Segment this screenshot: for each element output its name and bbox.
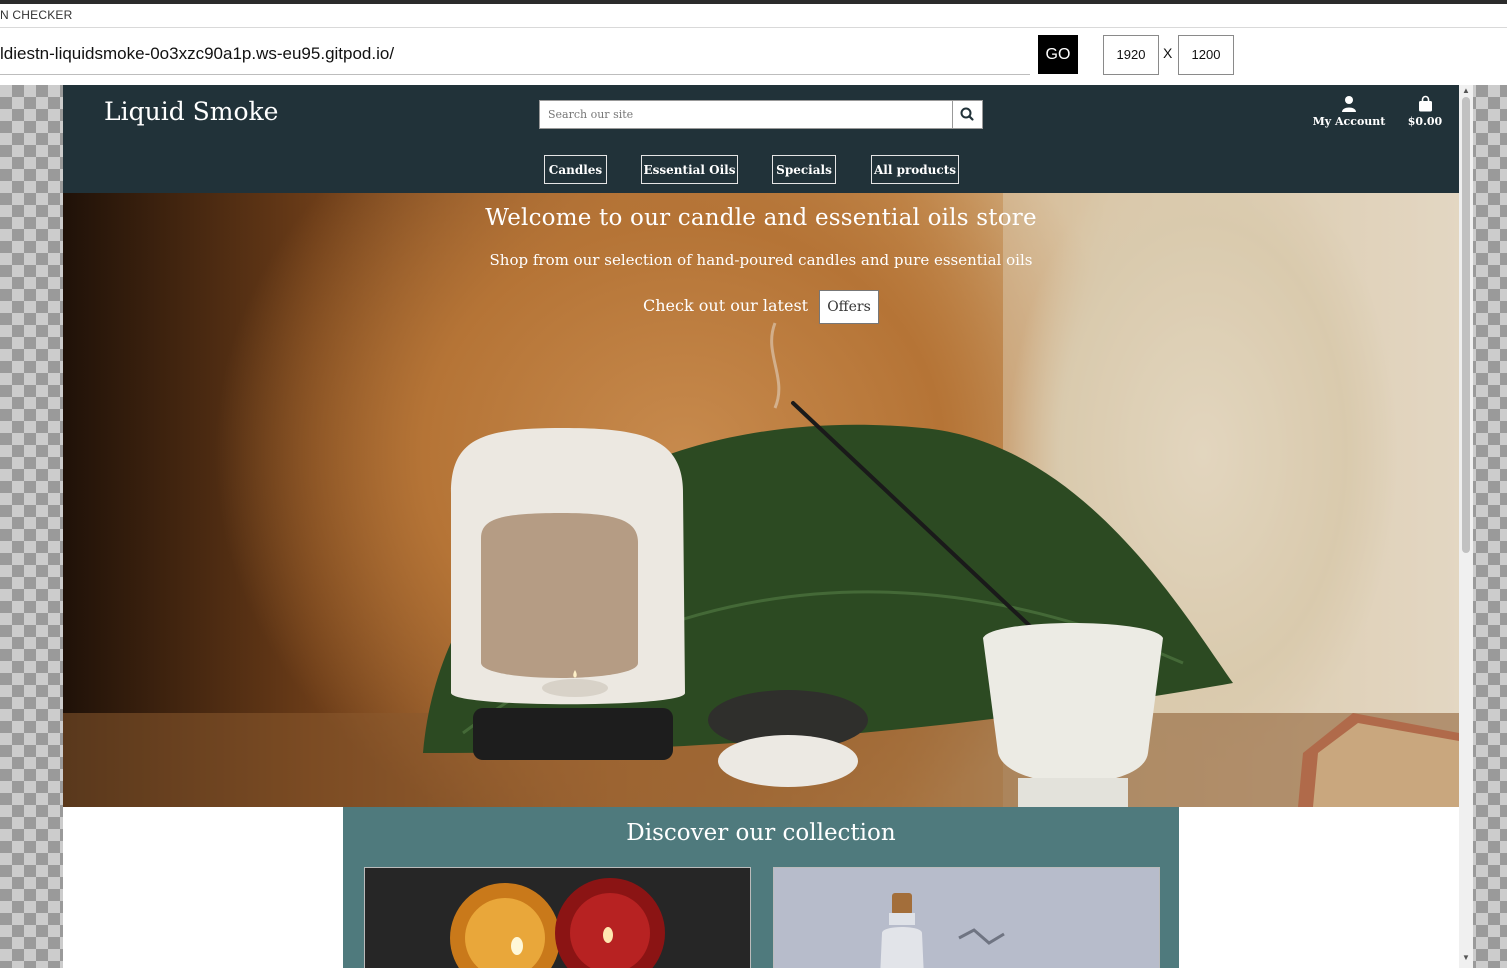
offers-button[interactable]: Offers <box>819 290 879 324</box>
checker-title: N CHECKER <box>0 8 73 22</box>
url-input[interactable]: ldiestn-liquidsmoke-0o3xzc90a1p.ws-eu95.… <box>0 34 1030 75</box>
scroll-thumb[interactable] <box>1462 97 1470 553</box>
collection-section: Discover our collection <box>343 807 1179 968</box>
hero-title: Welcome to our candle and essential oils… <box>485 205 1037 231</box>
search-button[interactable] <box>952 100 983 129</box>
hero-banner: Welcome to our candle and essential oils… <box>63 193 1459 807</box>
essential-oils-image <box>774 868 1159 968</box>
scroll-up-arrow-icon[interactable]: ▲ <box>1462 86 1470 95</box>
nav-specials[interactable]: Specials <box>772 155 836 184</box>
page-scrollbar[interactable]: ▲ ▼ <box>1459 85 1473 968</box>
shopping-bag-icon <box>1418 95 1432 112</box>
my-account-link[interactable]: My Account <box>1308 95 1390 128</box>
scroll-down-arrow-icon[interactable]: ▼ <box>1462 953 1470 962</box>
nav-essential-oils[interactable]: Essential Oils <box>641 155 738 184</box>
user-icon <box>1342 96 1356 112</box>
height-input[interactable]: 1200 <box>1178 35 1234 75</box>
toolbar-divider <box>0 27 1507 28</box>
nav-candles[interactable]: Candles <box>544 155 607 184</box>
window-top-border <box>0 0 1507 4</box>
hero-subtitle: Shop from our selection of hand-poured c… <box>489 251 1033 269</box>
hero-cta-text: Check out our latest <box>643 296 809 315</box>
search-icon <box>960 107 974 121</box>
cart-total: $0.00 <box>1407 115 1443 128</box>
search-input[interactable]: Search our site <box>539 100 953 129</box>
candles-image <box>365 868 750 968</box>
width-input[interactable]: 1920 <box>1103 35 1159 75</box>
hero-image <box>63 193 1459 807</box>
dimension-separator: X <box>1163 45 1173 61</box>
collection-title: Discover our collection <box>626 820 896 846</box>
site-header: Liquid Smoke Search our site My Account … <box>63 85 1459 193</box>
brand-logo[interactable]: Liquid Smoke <box>104 97 278 126</box>
collection-card-essential-oils[interactable] <box>773 867 1160 968</box>
go-button[interactable]: GO <box>1038 35 1078 74</box>
my-account-label: My Account <box>1312 115 1386 128</box>
site-frame: Liquid Smoke Search our site My Account … <box>63 85 1459 968</box>
collection-card-candles[interactable] <box>364 867 751 968</box>
nav-all-products[interactable]: All products <box>871 155 959 184</box>
cart-link[interactable]: $0.00 <box>1401 95 1449 128</box>
